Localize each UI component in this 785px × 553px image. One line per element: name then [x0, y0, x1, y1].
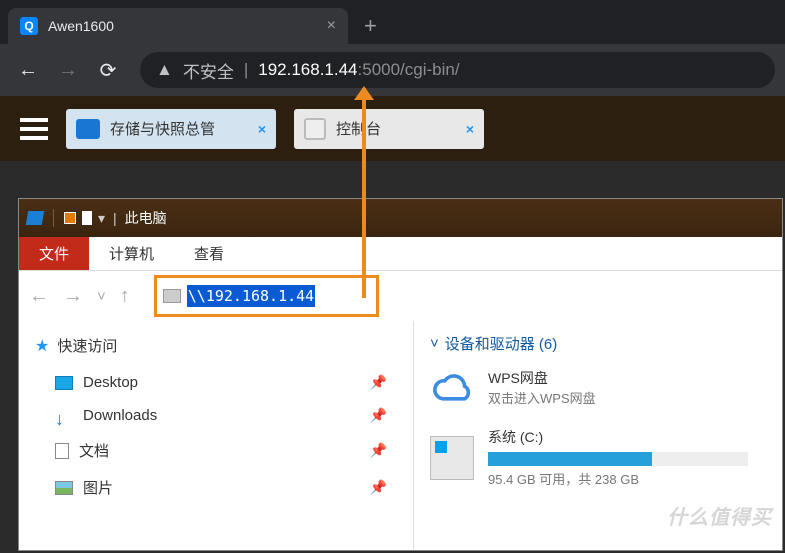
- chevron-down-icon: ˅: [430, 335, 439, 352]
- cloud-icon: [430, 370, 474, 406]
- new-tab-button[interactable]: +: [348, 8, 393, 44]
- device-c-drive[interactable]: 系统 (C:) 95.4 GB 可用，共 238 GB: [430, 427, 766, 490]
- browser-tab-strip: Q Awen1600 × +: [0, 0, 785, 44]
- url-separator: |: [244, 60, 248, 80]
- picture-icon: [55, 481, 73, 495]
- app-tab-label: 存储与快照总管: [110, 118, 215, 139]
- browser-tab[interactable]: Q Awen1600 ×: [8, 8, 348, 44]
- qat-dropdown-icon[interactable]: ▾: [98, 210, 105, 227]
- sidebar-item-downloads[interactable]: Downloads 📌: [35, 399, 397, 432]
- pc-icon: [163, 289, 181, 303]
- nav-up-icon[interactable]: ↑: [120, 285, 130, 308]
- pin-icon: 📌: [370, 374, 387, 391]
- pin-icon: 📌: [370, 479, 387, 496]
- explorer-navbar: ← → ˅ ↑ \\192.168.1.44: [19, 271, 782, 321]
- file-explorer-window: ▾ | 此电脑 文件 计算机 查看 ← → ˅ ↑ \\192.168.1.44…: [18, 198, 783, 551]
- sidebar-item-desktop[interactable]: Desktop 📌: [35, 366, 397, 399]
- nav-forward-icon[interactable]: →: [63, 285, 83, 308]
- tab-close-icon[interactable]: ×: [327, 17, 336, 35]
- address-bar[interactable]: ▲ 不安全 | 192.168.1.44:5000/cgi-bin/: [140, 52, 775, 88]
- device-title: 系统 (C:): [488, 427, 748, 448]
- explorer-address-bar[interactable]: \\192.168.1.44: [154, 275, 379, 317]
- star-icon: ★: [35, 336, 49, 356]
- sidebar-item-documents[interactable]: 文档 📌: [35, 432, 397, 469]
- forward-button[interactable]: →: [50, 52, 86, 88]
- watermark: 什么值得买: [667, 501, 772, 530]
- app-tab-console[interactable]: 控制台 ×: [294, 109, 484, 149]
- disk-icon: [430, 436, 474, 480]
- nav-history-dropdown-icon[interactable]: ˅: [97, 288, 106, 305]
- pin-icon: 📌: [370, 442, 387, 459]
- reload-button[interactable]: ⟳: [90, 52, 126, 88]
- this-pc-icon: [26, 211, 44, 225]
- ribbon-tab-file[interactable]: 文件: [19, 237, 89, 270]
- pin-icon: 📌: [370, 407, 387, 424]
- security-label: 不安全: [183, 58, 234, 83]
- nav-back-icon[interactable]: ←: [29, 285, 49, 308]
- url-host: 192.168.1.44: [258, 60, 357, 79]
- tab-title: Awen1600: [48, 18, 317, 34]
- browser-toolbar: ← → ⟳ ▲ 不安全 | 192.168.1.44:5000/cgi-bin/: [0, 44, 785, 96]
- qat-icon: [64, 212, 76, 224]
- ribbon-tabs: 文件 计算机 查看: [19, 237, 782, 271]
- console-icon: [304, 118, 326, 140]
- download-icon: [55, 409, 73, 423]
- address-text-selected[interactable]: \\192.168.1.44: [187, 285, 315, 307]
- not-secure-warning-icon: ▲: [156, 60, 173, 80]
- close-icon[interactable]: ×: [466, 121, 474, 137]
- quick-access-header[interactable]: ★ 快速访问: [35, 335, 397, 356]
- device-wps[interactable]: WPS网盘 双击进入WPS网盘: [430, 368, 766, 409]
- tab-favicon: Q: [20, 17, 38, 35]
- document-icon: [55, 443, 69, 459]
- ribbon-tab-computer[interactable]: 计算机: [89, 237, 174, 270]
- disk-usage-text: 95.4 GB 可用，共 238 GB: [488, 470, 748, 490]
- disk-usage-bar: [488, 452, 748, 466]
- qat-icon: [82, 211, 92, 225]
- device-subtitle: 双击进入WPS网盘: [488, 389, 596, 409]
- annotation-arrow: [362, 88, 366, 298]
- app-tab-storage[interactable]: 存储与快照总管 ×: [66, 109, 276, 149]
- ribbon-tab-view[interactable]: 查看: [174, 237, 244, 270]
- app-header: 存储与快照总管 × 控制台 ×: [0, 96, 785, 161]
- window-title: 此电脑: [125, 208, 167, 228]
- app-tab-label: 控制台: [336, 118, 381, 139]
- device-title: WPS网盘: [488, 368, 596, 389]
- navigation-pane: ★ 快速访问 Desktop 📌 Downloads 📌 文档 📌 图片: [19, 321, 414, 550]
- close-icon[interactable]: ×: [258, 121, 266, 137]
- hamburger-menu-icon[interactable]: [20, 118, 48, 140]
- storage-icon: [76, 119, 100, 139]
- section-header-devices[interactable]: ˅ 设备和驱动器 (6): [430, 333, 766, 354]
- sidebar-item-pictures[interactable]: 图片 📌: [35, 469, 397, 506]
- desktop-icon: [55, 376, 73, 390]
- explorer-titlebar[interactable]: ▾ | 此电脑: [19, 199, 782, 237]
- back-button[interactable]: ←: [10, 52, 46, 88]
